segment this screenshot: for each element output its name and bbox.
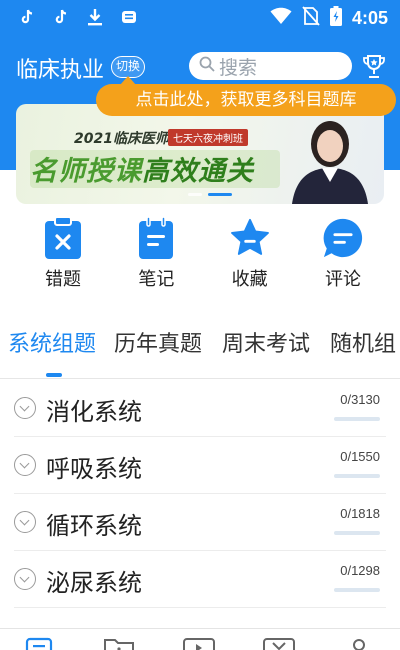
progress-bar <box>334 417 380 421</box>
subject-tooltip[interactable]: 点击此处，获取更多科目题库 <box>96 76 396 116</box>
battery-charging-icon <box>329 6 342 30</box>
wrong-questions-button[interactable]: 错题 <box>38 216 88 296</box>
list-item[interactable]: 消化系统 0/3130 <box>14 380 386 437</box>
banner-slogan: 名师授课高效通关 <box>30 149 254 188</box>
wifi-icon <box>270 7 292 29</box>
chevron-down-icon[interactable] <box>14 568 36 590</box>
trophy-icon[interactable] <box>362 54 386 80</box>
action-label: 笔记 <box>138 269 175 290</box>
clipboard-x-icon <box>42 216 84 260</box>
banner-pagination <box>188 193 232 196</box>
action-label: 评论 <box>324 269 361 290</box>
chevron-down-icon[interactable] <box>14 397 36 419</box>
action-label: 错题 <box>45 269 81 290</box>
search-input[interactable]: 搜索 <box>189 52 352 80</box>
comments-button[interactable]: 评论 <box>318 216 368 296</box>
list-item[interactable]: 呼吸系统 0/1550 <box>14 437 386 494</box>
teacher-photo <box>292 121 368 204</box>
system-list: 消化系统 0/3130 呼吸系统 0/1550 循环系统 0/1818 泌尿系统… <box>14 380 386 608</box>
system-name: 循环系统 <box>46 512 142 540</box>
status-time: 4:05 <box>351 7 388 28</box>
favorites-button[interactable]: 收藏 <box>225 216 275 296</box>
banner-course-tag: 七天六夜冲刺班 <box>168 129 248 146</box>
progress-count: 0/1550 <box>340 449 380 464</box>
system-name: 呼吸系统 <box>46 455 142 483</box>
subject-title[interactable]: 临床执业 <box>16 52 104 84</box>
tab-weekend-exams[interactable]: 周末考试 <box>222 326 310 358</box>
tiktok-icon <box>52 7 70 27</box>
progress-bar <box>334 588 380 592</box>
progress-count: 0/1298 <box>340 563 380 578</box>
notepad-icon <box>135 216 177 260</box>
comment-icon <box>322 216 364 260</box>
question-tabs: 系统组题 历年真题 周末考试 随机组 <box>0 322 400 362</box>
progress-count: 0/1818 <box>340 506 380 521</box>
tab-divider <box>0 378 400 379</box>
download-icon <box>86 7 104 27</box>
pagination-dot-active[interactable] <box>208 193 232 196</box>
banner-slogan-part2: 高效通关 <box>142 156 254 187</box>
tab-indicator <box>46 373 62 377</box>
notes-button[interactable]: 笔记 <box>131 216 181 296</box>
question-bank-icon[interactable] <box>24 635 58 650</box>
tab-random[interactable]: 随机组 <box>330 326 396 358</box>
list-item[interactable]: 泌尿系统 0/1298 <box>14 551 386 608</box>
system-name: 消化系统 <box>46 398 142 426</box>
message-icon <box>120 7 138 27</box>
search-placeholder: 搜索 <box>219 56 258 79</box>
progress-bar <box>334 531 380 535</box>
system-name: 泌尿系统 <box>46 569 142 597</box>
banner-year-title: 2021临床医师 <box>74 131 169 147</box>
banner-slogan-part1: 名师授课 <box>30 156 142 187</box>
action-label: 收藏 <box>231 269 268 290</box>
video-icon[interactable] <box>182 635 216 650</box>
bottom-nav <box>0 628 400 650</box>
search-icon <box>199 56 215 76</box>
chevron-down-icon[interactable] <box>14 454 36 476</box>
quick-actions: 错题 笔记 收藏 评论 <box>16 216 384 296</box>
status-bar: 4:05 <box>0 0 400 36</box>
star-icon <box>229 216 271 260</box>
no-sim-icon <box>302 6 320 30</box>
list-item[interactable]: 循环系统 0/1818 <box>14 494 386 551</box>
profile-icon[interactable] <box>344 635 378 650</box>
promo-banner[interactable]: 2021临床医师 七天六夜冲刺班 名师授课高效通关 <box>16 104 384 204</box>
tiktok-icon <box>18 7 36 27</box>
progress-bar <box>334 474 380 478</box>
pagination-dot[interactable] <box>188 193 202 196</box>
exam-icon[interactable] <box>262 635 296 650</box>
chevron-down-icon[interactable] <box>14 511 36 533</box>
switch-subject-button[interactable]: 切换 <box>111 56 146 78</box>
folder-icon[interactable] <box>102 635 136 650</box>
progress-count: 0/3130 <box>340 392 380 407</box>
tab-system-questions[interactable]: 系统组题 <box>8 326 96 358</box>
tab-past-exams[interactable]: 历年真题 <box>114 326 202 358</box>
